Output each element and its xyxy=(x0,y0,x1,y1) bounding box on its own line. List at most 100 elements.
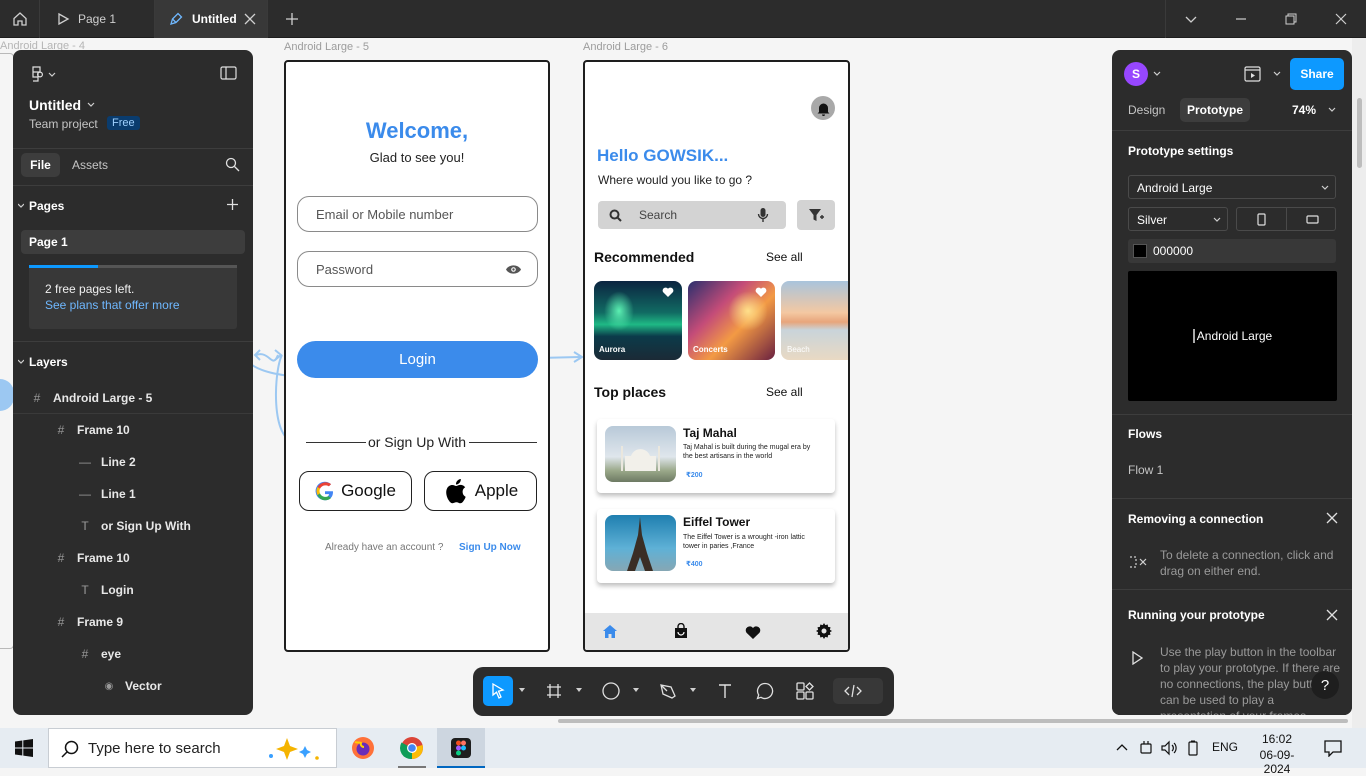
present-icon[interactable] xyxy=(1244,66,1261,82)
flow-item[interactable]: Flow 1 xyxy=(1128,463,1163,477)
chevron-down-icon[interactable] xyxy=(87,102,95,108)
filter-button[interactable] xyxy=(797,200,835,230)
search-icon[interactable] xyxy=(225,157,240,172)
start-button[interactable] xyxy=(0,728,48,768)
signup-link[interactable]: Sign Up Now xyxy=(459,542,521,553)
volume-icon[interactable] xyxy=(1160,740,1178,756)
restore-button[interactable] xyxy=(1266,0,1316,38)
share-button[interactable]: Share xyxy=(1290,58,1344,90)
language-indicator[interactable]: ENG xyxy=(1212,740,1238,754)
chevron-down-icon[interactable] xyxy=(1273,71,1281,77)
layer-item[interactable]: # Frame 10 xyxy=(13,542,253,574)
avatar[interactable]: S xyxy=(1124,62,1148,86)
clock-date[interactable]: 06-09-2024 xyxy=(1248,748,1306,776)
chevron-down-icon[interactable] xyxy=(18,359,24,365)
plans-link[interactable]: See plans that offer more xyxy=(45,298,180,312)
figma-taskbar-icon[interactable] xyxy=(437,728,485,768)
chevron-down-icon[interactable] xyxy=(519,688,525,692)
firefox-taskbar-icon[interactable] xyxy=(339,728,387,768)
layer-item[interactable]: — Line 2 xyxy=(13,446,253,478)
background-color-field[interactable]: 000000 xyxy=(1128,239,1336,263)
network-icon[interactable] xyxy=(1139,740,1153,756)
file-name[interactable]: Untitled xyxy=(29,97,81,113)
shopping-bag-icon[interactable] xyxy=(674,623,688,639)
add-tab-icon[interactable] xyxy=(283,10,301,28)
clock-time[interactable]: 16:02 xyxy=(1248,732,1306,746)
heart-icon[interactable] xyxy=(662,287,674,298)
heart-icon[interactable] xyxy=(745,626,761,640)
zoom-level[interactable]: 74% xyxy=(1292,103,1316,117)
home-icon[interactable] xyxy=(602,624,618,639)
home-button[interactable] xyxy=(0,0,40,38)
help-button[interactable]: ? xyxy=(1311,671,1339,699)
project-name[interactable]: Team project xyxy=(29,117,98,131)
recommended-card[interactable]: Aurora xyxy=(594,281,682,360)
move-tool-button[interactable] xyxy=(483,676,513,706)
notification-button[interactable] xyxy=(811,96,835,120)
main-menu-button[interactable] xyxy=(13,64,253,84)
close-window-button[interactable] xyxy=(1316,0,1366,38)
portrait-button[interactable] xyxy=(1237,208,1287,230)
place-card[interactable]: Eiffel Tower The Eiffel Tower is a wroug… xyxy=(597,509,835,583)
landscape-button[interactable] xyxy=(1287,208,1337,230)
minimize-button[interactable] xyxy=(1216,0,1266,38)
recommended-card[interactable]: Beach xyxy=(781,281,848,360)
frame-label[interactable]: Android Large - 5 xyxy=(284,41,369,53)
apple-button[interactable]: Apple xyxy=(424,471,537,511)
google-button[interactable]: Google xyxy=(299,471,412,511)
tab-prototype[interactable]: Prototype xyxy=(1180,98,1250,122)
pen-tool-button[interactable] xyxy=(656,679,680,703)
tab-assets[interactable]: Assets xyxy=(72,158,108,172)
layer-item[interactable]: # eye xyxy=(13,638,253,670)
notification-center-icon[interactable] xyxy=(1324,739,1342,757)
shape-tool-button[interactable] xyxy=(599,679,623,703)
password-field[interactable]: Password xyxy=(297,251,538,287)
page-item-page-1[interactable]: Page 1 xyxy=(21,230,245,254)
layers-header[interactable]: Layers xyxy=(29,355,68,369)
layer-item[interactable]: ◉ Vector xyxy=(13,670,253,702)
tabs-dropdown-button[interactable] xyxy=(1166,0,1216,38)
chevron-down-icon[interactable] xyxy=(18,203,24,209)
layer-item[interactable]: Tor Sign Up With xyxy=(13,510,253,542)
tab-untitled[interactable]: Untitled xyxy=(155,0,268,38)
resources-tool-button[interactable] xyxy=(793,679,817,703)
close-icon[interactable] xyxy=(1326,512,1338,524)
tab-design[interactable]: Design xyxy=(1128,103,1165,117)
home-screen-frame[interactable]: Hello GOWSIK... Where would you like to … xyxy=(583,60,850,652)
see-all-link[interactable]: See all xyxy=(766,250,803,264)
vertical-scrollbar[interactable] xyxy=(1357,98,1362,168)
horizontal-scrollbar[interactable] xyxy=(558,719,1348,723)
chevron-down-icon[interactable] xyxy=(576,688,582,692)
add-page-icon[interactable] xyxy=(226,198,239,211)
chevron-down-icon[interactable] xyxy=(1153,71,1161,77)
eye-icon[interactable] xyxy=(505,264,522,275)
recommended-card[interactable]: Concerts xyxy=(688,281,775,360)
chevron-down-icon[interactable] xyxy=(633,688,639,692)
frame-tool-button[interactable] xyxy=(542,679,566,703)
comment-tool-button[interactable] xyxy=(753,679,777,703)
close-icon[interactable] xyxy=(1326,609,1338,621)
chevron-down-icon[interactable] xyxy=(690,688,696,692)
layer-item[interactable]: # Frame 9 xyxy=(13,606,253,638)
settings-icon[interactable] xyxy=(816,623,832,639)
chrome-taskbar-icon[interactable] xyxy=(388,728,436,768)
search-bar[interactable]: Search xyxy=(598,201,786,229)
frame-label[interactable]: Android Large - 6 xyxy=(583,41,668,53)
close-icon[interactable] xyxy=(243,12,257,26)
chevron-up-icon[interactable] xyxy=(1116,742,1128,752)
chevron-down-icon[interactable] xyxy=(1328,107,1336,113)
text-tool-button[interactable] xyxy=(713,679,737,703)
microphone-icon[interactable] xyxy=(757,207,769,223)
model-select[interactable]: Silver xyxy=(1128,207,1228,231)
heart-icon[interactable] xyxy=(755,287,767,298)
login-screen-frame[interactable]: Welcome, Glad to see you! Email or Mobil… xyxy=(284,60,550,652)
device-select[interactable]: Android Large xyxy=(1128,175,1336,199)
tab-file[interactable]: File xyxy=(21,153,60,177)
taskbar-search[interactable]: Type here to search xyxy=(48,728,337,768)
login-button[interactable]: Login xyxy=(297,341,538,378)
email-field[interactable]: Email or Mobile number xyxy=(297,196,538,232)
layer-item[interactable]: T Login xyxy=(13,574,253,606)
color-swatch[interactable] xyxy=(1133,244,1147,258)
layer-item[interactable]: — Line 1 xyxy=(13,478,253,510)
pages-header[interactable]: Pages xyxy=(29,199,64,213)
